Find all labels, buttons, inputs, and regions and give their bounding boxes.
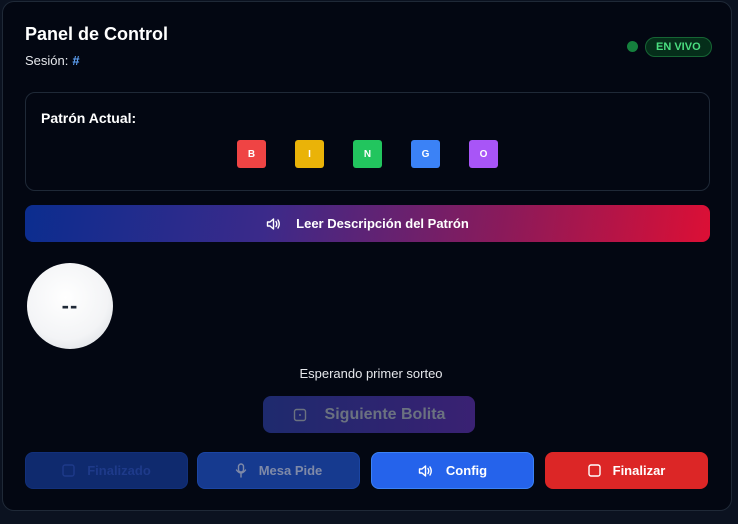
next-ball-button[interactable]: Siguiente Bolita [263,396,475,433]
microphone-icon [235,463,247,478]
live-status-badge: EN VIVO [645,37,712,57]
next-ball-label: Siguiente Bolita [324,405,446,423]
live-indicator-dot [627,41,638,52]
mesa-pide-button[interactable]: Mesa Pide [197,452,360,489]
draw-status-text: Esperando primer sorteo [299,366,443,381]
finalizar-label: Finalizar [612,463,666,478]
current-ball: -- [27,263,113,349]
read-pattern-button[interactable]: Leer Descripción del Patrón [25,205,710,242]
finalizado-label: Finalizado [87,463,151,478]
session-label: Sesión: [25,53,69,68]
mesa-pide-label: Mesa Pide [258,463,323,478]
square-icon [587,464,601,477]
pattern-letter-g: G [411,140,440,168]
session-info: Sesión: # [25,53,80,68]
config-button[interactable]: Config [371,452,534,489]
pattern-label: Patrón Actual: [41,110,137,126]
pattern-letter-o: O [469,140,498,168]
finalizado-button[interactable]: Finalizado [25,452,188,489]
pattern-letter-n: N [353,140,382,168]
page-title: Panel de Control [25,24,169,44]
read-pattern-label: Leer Descripción del Patrón [296,216,469,231]
dice-icon [293,408,307,422]
square-icon [62,464,75,477]
pattern-letter-i: I [295,140,324,168]
config-label: Config [445,463,488,478]
control-panel: Panel de Control Sesión: # EN VIVO Patrón… [2,1,732,511]
finalizar-button[interactable]: Finalizar [545,452,708,489]
session-id: # [72,53,80,68]
pattern-card: Patrón Actual: B I N G O [25,92,710,191]
pattern-letters: B I N G O [26,140,709,168]
speaker-icon [266,217,282,231]
speaker-icon [418,464,434,478]
pattern-letter-b: B [237,140,266,168]
